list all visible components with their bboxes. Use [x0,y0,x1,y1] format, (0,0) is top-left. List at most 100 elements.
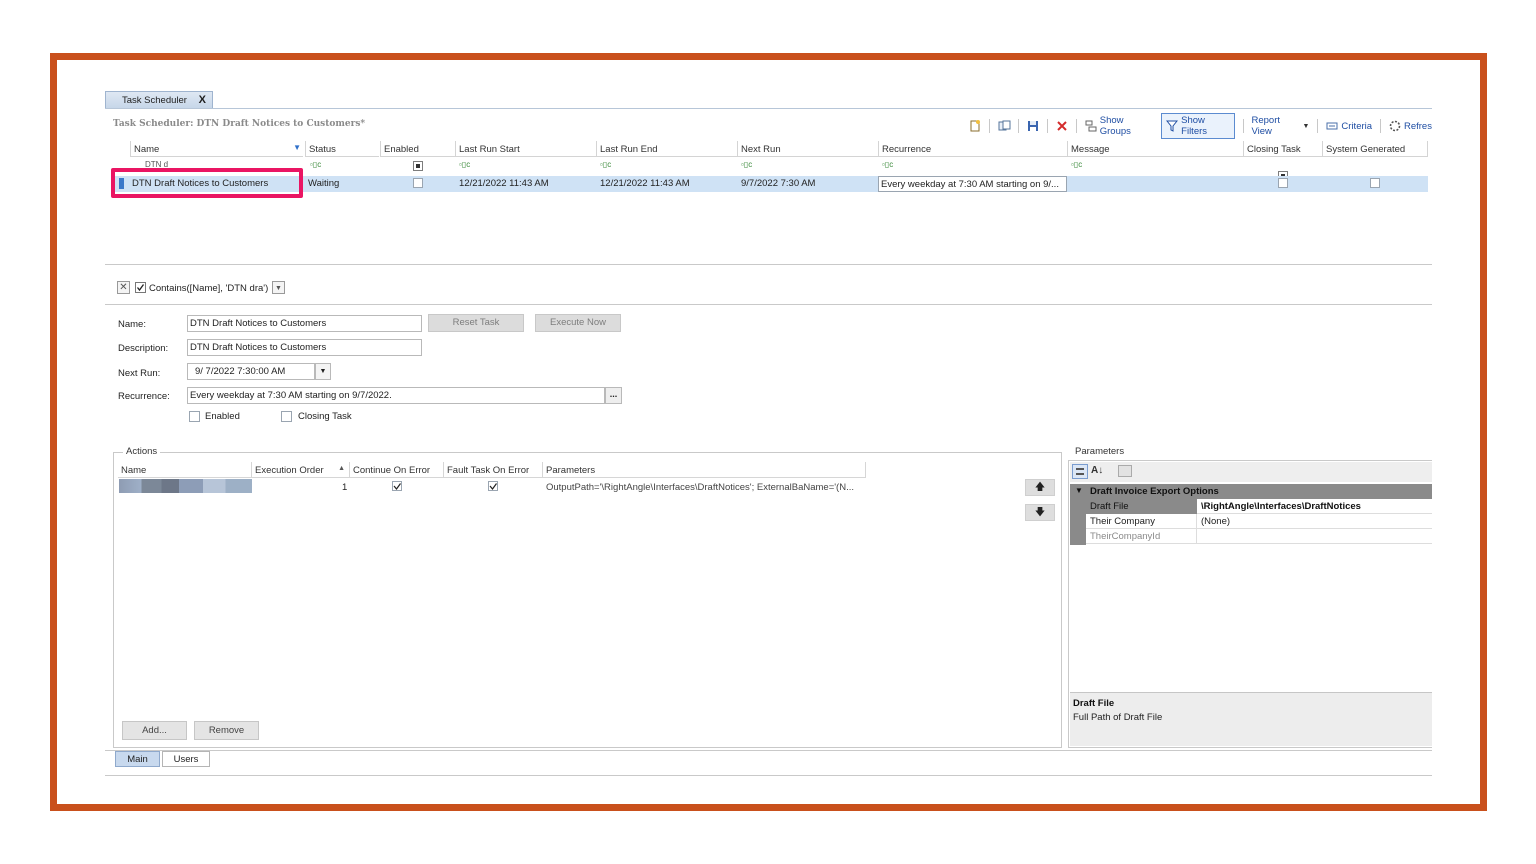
move-down-button[interactable]: 🡇 [1025,504,1055,521]
column-header-next-run[interactable]: Next Run [737,141,878,157]
move-up-button[interactable]: 🡅 [1025,479,1055,496]
row-status[interactable]: Waiting [308,178,339,189]
column-header-name[interactable]: Name ▼ [130,141,303,157]
column-label: Fault Task On Error [447,465,530,476]
column-header-message[interactable]: Message [1067,141,1243,157]
next-run-dropdown-button[interactable]: ▼ [315,363,331,380]
column-header-system-generated[interactable]: System Generated [1322,141,1428,157]
task-scheduler-window: Task Scheduler X Task Scheduler: DTN Dra… [105,88,1432,778]
toolbar-separator [1317,119,1319,133]
column-label: Execution Order [255,465,324,476]
tab-task-scheduler[interactable]: Task Scheduler X [105,91,213,109]
column-label: Enabled [384,144,419,155]
sort-az-icon: A↓ [1091,465,1104,476]
filter-cell-last-run-end[interactable]: ▫▯c [600,160,611,169]
column-header-recurrence[interactable]: Recurrence [878,141,1067,157]
recurrence-field[interactable]: Every weekday at 7:30 AM starting on 9/7… [187,387,605,404]
chevron-down-icon: ▼ [275,285,282,292]
refresh-button[interactable]: Refres [1389,120,1432,132]
row-system-generated-checkbox[interactable] [1370,178,1380,188]
column-header-last-run-end[interactable]: Last Run End [596,141,737,157]
description-label: Description: [118,343,169,354]
chevron-down-icon: ▼ [1302,122,1310,130]
filter-cell-last-run-start[interactable]: ▫▯c [459,160,470,169]
clear-filter-button[interactable]: ✕ [117,281,130,294]
actions-column-name[interactable]: Name [118,462,252,478]
property-name-their-company-id[interactable]: TheirCompanyId [1086,529,1197,544]
actions-column-fault-task-on-error[interactable]: Fault Task On Error [444,462,543,478]
page-title: Task Scheduler: DTN Draft Notices to Cus… [113,119,366,129]
actions-column-execution-order[interactable]: Execution Order ▲ [252,462,350,478]
filter-dropdown-button[interactable]: ▼ [272,281,285,294]
filter-expression[interactable]: Contains([Name], 'DTN dra') [149,283,268,294]
filter-cell-message[interactable]: ▫▯c [1071,160,1082,169]
property-description-text: Full Path of Draft File [1073,712,1163,723]
property-description-title: Draft File [1073,698,1115,709]
column-header-status[interactable]: Status [305,141,379,157]
row-closing-task-checkbox[interactable] [1278,178,1288,188]
column-label: Last Run Start [459,144,520,155]
row-recurrence[interactable]: Every weekday at 7:30 AM starting on 9/.… [878,176,1067,192]
action-parameters[interactable]: OutputPath='\RightAngle\Interfaces\Draft… [546,482,854,493]
close-icon[interactable]: X [199,94,206,106]
filter-cell-next-run[interactable]: ▫▯c [741,160,752,169]
execute-now-button[interactable]: Execute Now [535,314,621,332]
criteria-label: Criteria [1341,120,1373,132]
recurrence-ellipsis-button[interactable]: ... [605,387,622,404]
arrow-down-icon: 🡇 [1034,507,1046,518]
save-icon[interactable] [1027,120,1039,132]
copy-icon[interactable] [998,120,1011,132]
property-value-draft-file[interactable]: \RightAngle\Interfaces\DraftNotices [1197,499,1432,514]
column-header-closing-task[interactable]: Closing Task [1243,141,1322,157]
show-groups-button[interactable]: Show Groups [1085,115,1153,137]
row-next-run[interactable]: 9/7/2022 7:30 AM [741,178,815,189]
continue-on-error-checkbox[interactable] [392,481,402,491]
enabled-checkbox[interactable] [189,411,200,422]
action-execution-order[interactable]: 1 [342,482,347,493]
group-icon [1085,120,1097,132]
toolbar-separator [989,119,990,133]
row-last-run-end[interactable]: 12/21/2022 11:43 AM [600,178,690,189]
tab-users[interactable]: Users [162,751,210,767]
new-document-icon[interactable] [969,120,981,132]
property-pages-button[interactable] [1118,465,1132,477]
row-last-run-start[interactable]: 12/21/2022 11:43 AM [459,178,549,189]
property-name-their-company[interactable]: Their Company [1086,514,1197,529]
property-name-draft-file[interactable]: Draft File [1086,499,1197,514]
form-divider [105,304,1432,305]
show-filters-button[interactable]: Show Filters [1161,113,1235,139]
alphabetical-sort-button[interactable]: A↓ [1091,465,1103,476]
tab-label: Task Scheduler [122,95,187,106]
add-action-button[interactable]: Add... [122,721,187,740]
criteria-button[interactable]: Criteria [1326,120,1372,132]
refresh-label: Refres [1403,120,1432,132]
row-enabled-checkbox[interactable] [413,178,423,188]
column-label: Name [121,465,147,476]
collapse-icon[interactable]: ▼ [1075,486,1083,495]
column-label: Next Run [741,144,781,155]
closing-task-checkbox[interactable] [281,411,292,422]
recurrence-label: Recurrence: [118,391,170,402]
reset-task-button[interactable]: Reset Task [428,314,524,332]
next-run-datetime-field[interactable]: 9/ 7/2022 7:30:00 AM [187,363,315,380]
actions-column-continue-on-error[interactable]: Continue On Error [350,462,444,478]
actions-column-parameters[interactable]: Parameters [543,462,866,478]
column-header-enabled[interactable]: Enabled [380,141,455,157]
enabled-label: Enabled [205,411,240,422]
filter-enabled-checkbox[interactable] [135,282,146,293]
description-field[interactable]: DTN Draft Notices to Customers [187,339,422,356]
fault-task-on-error-checkbox[interactable] [488,481,498,491]
filter-checkbox-enabled[interactable] [413,161,423,171]
report-view-dropdown[interactable]: Report View ▼ [1252,115,1310,137]
action-name-redacted[interactable] [119,479,252,493]
column-header-last-run-start[interactable]: Last Run Start [455,141,596,157]
filter-cell-recurrence[interactable]: ▫▯c [882,160,893,169]
categorized-view-button[interactable] [1072,464,1088,479]
tab-main[interactable]: Main [115,751,160,767]
remove-action-button[interactable]: Remove [194,721,259,740]
property-value-their-company-id[interactable] [1197,529,1432,544]
filter-cell-status[interactable]: ▫▯c [310,160,321,169]
delete-icon[interactable] [1056,120,1068,132]
name-field[interactable]: DTN Draft Notices to Customers [187,315,422,332]
property-value-their-company[interactable]: (None) [1197,514,1432,529]
